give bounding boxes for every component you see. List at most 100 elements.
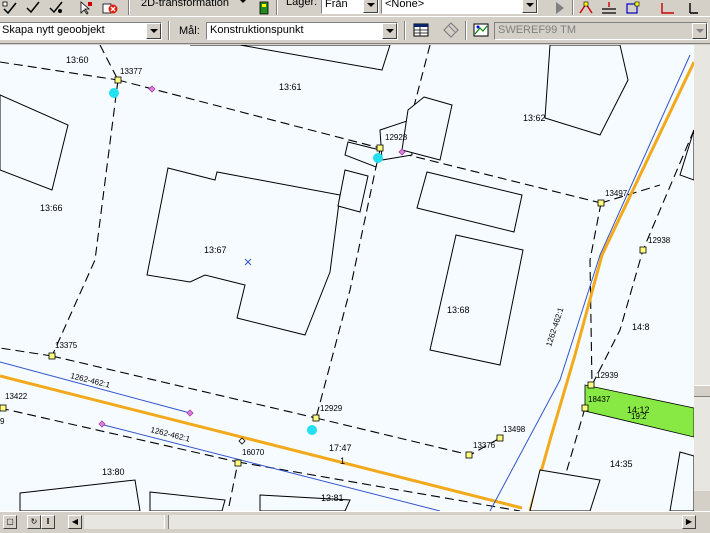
point-id-label: 16070: [242, 448, 265, 457]
edit-vertex-icon[interactable]: [2, 1, 18, 15]
map-canvas[interactable]: 13:60 13:61 13:62 13:66 13:67 13:68 14:8…: [0, 45, 694, 511]
toolbar-separator: [168, 21, 170, 40]
bottom-bar: ▢ ↻ ‖ ◀ ▶: [0, 511, 710, 533]
diamond-marker[interactable]: [148, 85, 156, 93]
layer-tool-icon[interactable]: [256, 1, 272, 15]
vertex-marker[interactable]: [234, 459, 242, 467]
point-id-label: 12928: [385, 133, 408, 142]
construct-angle-icon[interactable]: [660, 1, 676, 15]
parcel-label: 13:62: [523, 113, 546, 123]
line-label: 1262-462:1: [544, 306, 565, 348]
vertical-scrollbar[interactable]: [694, 45, 710, 511]
scroll-left-icon[interactable]: ◀: [68, 515, 82, 529]
layer-value: <None>: [385, 0, 425, 10]
parcel-label: 14:35: [610, 459, 633, 469]
parcel-label: 13:81: [321, 493, 344, 503]
vertex-marker[interactable]: [376, 144, 384, 152]
transform-dropdown-label: 2D-transformation: [141, 0, 230, 9]
diamond-marker[interactable]: [186, 409, 194, 417]
construct-offset-icon[interactable]: [601, 1, 617, 15]
parcel-label: 13:80: [102, 467, 125, 477]
parcel-label: 13:68: [447, 305, 470, 315]
toolbar-separator: [128, 0, 130, 15]
line-label: 1262-462:1: [70, 371, 112, 390]
horizontal-scrollbar[interactable]: [84, 515, 682, 529]
map-drawing[interactable]: 13:60 13:61 13:62 13:66 13:67 13:68 14:8…: [0, 45, 694, 511]
point-id-label: 13377: [120, 67, 143, 76]
goal-dropdown[interactable]: Konstruktionspunkt: [206, 22, 398, 40]
chevron-down-icon: [146, 23, 161, 39]
point-id-label: 18437: [588, 395, 611, 404]
delete-feature-icon[interactable]: [102, 1, 118, 15]
chevron-down-icon: [522, 0, 537, 13]
play-icon[interactable]: [552, 1, 568, 15]
parcel-label: 17:47: [329, 443, 352, 453]
create-feature-value: Skapa nytt geoobjekt: [2, 24, 105, 36]
chevron-down-icon: [692, 23, 707, 39]
coordinate-system-value: SWEREF99 TM: [498, 24, 577, 36]
point-id-label: 12939: [596, 371, 619, 380]
layer-from-dropdown[interactable]: Från: [321, 0, 379, 14]
vertex-marker[interactable]: [587, 381, 595, 389]
chevron-down-icon: [363, 0, 378, 13]
point-id-label: 13422: [5, 392, 28, 401]
point-id-label: 12938: [648, 236, 671, 245]
create-feature-dropdown[interactable]: Skapa nytt geoobjekt: [0, 22, 162, 40]
diamond-tool-icon[interactable]: [441, 21, 461, 39]
goal-label: Mål:: [179, 25, 200, 37]
edit-toolbar: 2D-transformation Lager: Från <None>: [0, 0, 710, 17]
diamond-marker[interactable]: [98, 420, 106, 428]
parcel-label: 13:60: [66, 55, 89, 65]
toolbar-separator: [404, 21, 406, 40]
scroll-thumb[interactable]: [164, 515, 169, 529]
layout-view-icon[interactable]: ▢: [3, 515, 17, 529]
scroll-down-button[interactable]: [694, 491, 710, 511]
goal-value: Konstruktionspunkt: [210, 24, 304, 36]
construction-point[interactable]: [109, 88, 119, 98]
construction-toolbar: Skapa nytt geoobjekt Mål: Konstruktionsp…: [0, 18, 710, 44]
vertex-marker[interactable]: [48, 352, 56, 360]
coordinate-system-icon[interactable]: [471, 21, 491, 39]
attribute-table-icon[interactable]: [411, 21, 431, 39]
construct-box-icon[interactable]: [624, 1, 640, 15]
vertex-marker[interactable]: [496, 434, 504, 442]
point-id-label: 13375: [55, 341, 78, 350]
check-tool-icon[interactable]: [25, 1, 41, 15]
toolbar-separator: [465, 21, 467, 40]
construct-perpendicular-icon[interactable]: [686, 1, 702, 15]
scroll-right-icon[interactable]: ▶: [682, 515, 696, 529]
check-tool-2-icon[interactable]: [48, 1, 64, 15]
layer-from-value: Från: [325, 0, 348, 10]
layer-dropdown[interactable]: <None>: [381, 0, 538, 14]
line-label: 1262-462:1: [150, 425, 192, 444]
toolbar-separator: [276, 0, 278, 15]
construction-point[interactable]: [307, 425, 317, 435]
chevron-down-icon: [382, 23, 397, 39]
transform-dropdown[interactable]: 2D-transformation: [138, 0, 250, 14]
construct-line-icon[interactable]: [578, 1, 594, 15]
pause-icon[interactable]: ‖: [41, 515, 55, 529]
chevron-down-icon: [239, 0, 247, 3]
parcel-label: 1: [340, 456, 345, 466]
scroll-thumb[interactable]: [694, 385, 710, 397]
parcel-label: 13:67: [204, 245, 227, 255]
select-feature-icon[interactable]: [78, 1, 94, 15]
vertex-marker[interactable]: [0, 404, 7, 412]
parcel-label: 13:66: [40, 203, 63, 213]
point-id-label: 13498: [503, 425, 526, 434]
construction-point[interactable]: [373, 153, 383, 163]
vertex-marker[interactable]: [581, 404, 589, 412]
vertex-marker[interactable]: [465, 451, 473, 459]
parcel-label: 14:8: [632, 322, 650, 332]
vertex-marker[interactable]: [597, 199, 605, 207]
refresh-icon[interactable]: ↻: [27, 515, 41, 529]
point-id-label: 12929: [320, 404, 343, 413]
point-id-label: 13497: [605, 189, 628, 198]
vertex-marker[interactable]: [114, 76, 122, 84]
layer-label: Lager:: [286, 0, 318, 8]
vertex-marker[interactable]: [639, 246, 647, 254]
parcel-label: 13:61: [279, 82, 302, 92]
coordinate-system-dropdown[interactable]: SWEREF99 TM: [494, 22, 708, 40]
toolbar-separator: [572, 0, 574, 15]
vertex-marker[interactable]: [312, 414, 320, 422]
